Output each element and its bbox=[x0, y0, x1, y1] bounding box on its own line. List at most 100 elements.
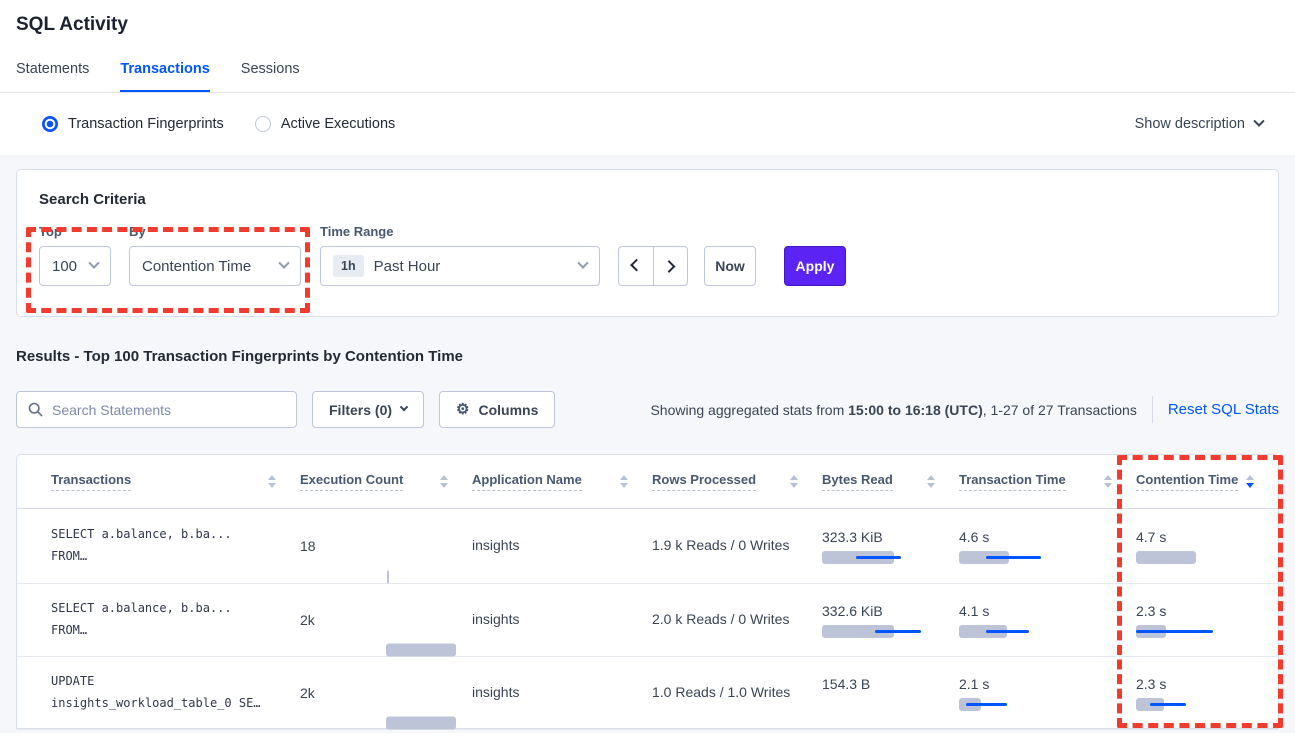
column-header-transaction-time[interactable]: Transaction Time bbox=[959, 472, 1136, 491]
aggregated-stats-text: Showing aggregated stats from 15:00 to 1… bbox=[650, 402, 1136, 418]
next-time-range-button[interactable] bbox=[653, 246, 688, 286]
search-criteria-heading: Search Criteria bbox=[39, 191, 1256, 208]
contention-time-cell: 2.3 s bbox=[1136, 584, 1278, 656]
radio-label: Active Executions bbox=[281, 116, 395, 132]
sort-icon[interactable] bbox=[620, 475, 628, 488]
gear-icon: ⚙ bbox=[456, 402, 469, 417]
bytes-read-bar bbox=[822, 698, 934, 711]
search-statements-input[interactable] bbox=[52, 402, 285, 418]
column-header-execution-count[interactable]: Execution Count bbox=[300, 472, 472, 491]
columns-label: Columns bbox=[478, 402, 538, 418]
rows-processed-cell: 1.0 Reads / 1.0 Writes bbox=[652, 684, 822, 702]
tab-statements[interactable]: Statements bbox=[16, 61, 89, 92]
transaction-fingerprint-link[interactable]: SELECT a.balance, b.ba... FROM… bbox=[51, 524, 300, 567]
chevron-right-icon bbox=[663, 260, 676, 273]
previous-time-range-button[interactable] bbox=[618, 246, 653, 286]
radio-active-executions[interactable]: Active Executions bbox=[255, 116, 395, 132]
sort-icon[interactable] bbox=[440, 475, 448, 488]
execution-count-cell: 2k bbox=[300, 584, 472, 656]
column-header-transactions[interactable]: Transactions bbox=[51, 472, 300, 491]
time-range-pager bbox=[618, 246, 688, 286]
by-label: By bbox=[129, 224, 301, 239]
execution-count-cell: 2k bbox=[300, 657, 472, 729]
contention-time-bar bbox=[1136, 625, 1248, 638]
sort-icon[interactable] bbox=[927, 475, 935, 488]
contention-time-cell: 4.7 s bbox=[1136, 509, 1278, 583]
results-toolbar: Filters (0) ⚙ Columns Showing aggregated… bbox=[16, 391, 1279, 428]
show-description-toggle[interactable]: Show description bbox=[1135, 116, 1263, 132]
stats-time-range: 15:00 to 16:18 (UTC) bbox=[848, 402, 983, 418]
table-row[interactable]: SELECT a.balance, b.ba... FROM… 2k insig… bbox=[17, 584, 1278, 657]
stats-area: Showing aggregated stats from 15:00 to 1… bbox=[650, 396, 1279, 423]
transaction-fingerprint-link[interactable]: UPDATE insights_workload_table_0 SE… bbox=[51, 671, 300, 714]
column-header-application-name[interactable]: Application Name bbox=[472, 472, 652, 491]
sort-icon[interactable] bbox=[268, 475, 276, 488]
time-range-select[interactable]: 1h Past Hour bbox=[320, 246, 600, 286]
view-toggle-bar: Transaction Fingerprints Active Executio… bbox=[0, 93, 1295, 155]
chevron-down-icon bbox=[88, 258, 99, 269]
transaction-time-cell: 2.1 s bbox=[959, 657, 1136, 729]
search-criteria-card: Search Criteria Top 100 By Contention Ti… bbox=[16, 169, 1279, 317]
table-row[interactable]: UPDATE insights_workload_table_0 SE… 2k … bbox=[17, 657, 1278, 730]
time-range-field-group: Time Range 1h Past Hour bbox=[320, 224, 600, 286]
chevron-down-icon bbox=[577, 258, 588, 269]
radio-transaction-fingerprints[interactable]: Transaction Fingerprints bbox=[42, 116, 224, 132]
tab-bar: Statements Transactions Sessions bbox=[16, 61, 1279, 92]
radio-unselected-icon[interactable] bbox=[255, 116, 271, 132]
rows-processed-cell: 1.9 k Reads / 0 Writes bbox=[652, 537, 822, 555]
page-title: SQL Activity bbox=[16, 14, 1279, 36]
top-select[interactable]: 100 bbox=[39, 246, 111, 286]
chevron-down-icon bbox=[1253, 116, 1264, 127]
time-range-badge: 1h bbox=[333, 255, 364, 277]
transaction-fingerprint-link[interactable]: SELECT a.balance, b.ba... FROM… bbox=[51, 598, 300, 641]
table-header-row: Transactions Execution Count Application… bbox=[17, 455, 1278, 509]
application-name-cell: insights bbox=[472, 537, 652, 555]
application-name-cell: insights bbox=[472, 684, 652, 702]
filters-button[interactable]: Filters (0) bbox=[312, 391, 424, 428]
table-row[interactable]: SELECT a.balance, b.ba... FROM… 18 insig… bbox=[17, 509, 1278, 584]
radio-label: Transaction Fingerprints bbox=[68, 116, 224, 132]
contention-time-cell: 2.3 s bbox=[1136, 657, 1278, 729]
apply-button[interactable]: Apply bbox=[784, 246, 846, 286]
columns-button[interactable]: ⚙ Columns bbox=[439, 391, 555, 428]
main-content: Search Criteria Top 100 By Contention Ti… bbox=[0, 155, 1295, 733]
by-select[interactable]: Contention Time bbox=[129, 246, 301, 286]
tab-transactions[interactable]: Transactions bbox=[120, 61, 209, 92]
by-select-value: Contention Time bbox=[142, 258, 251, 275]
top-select-value: 100 bbox=[52, 258, 77, 275]
column-header-rows-processed[interactable]: Rows Processed bbox=[652, 472, 822, 491]
bytes-read-cell: 332.6 KiB bbox=[822, 584, 959, 656]
radio-selected-icon[interactable] bbox=[42, 116, 58, 132]
chevron-down-icon bbox=[400, 402, 408, 410]
chevron-left-icon bbox=[630, 258, 643, 271]
now-button[interactable]: Now bbox=[704, 246, 756, 286]
tab-sessions[interactable]: Sessions bbox=[241, 61, 300, 92]
time-range-label: Time Range bbox=[320, 224, 600, 239]
column-header-bytes-read[interactable]: Bytes Read bbox=[822, 472, 959, 491]
bytes-read-cell: 154.3 B bbox=[822, 657, 959, 729]
sort-icon[interactable] bbox=[790, 475, 798, 488]
transaction-time-bar bbox=[959, 698, 1071, 711]
sort-icon[interactable] bbox=[1104, 475, 1112, 488]
bytes-read-bar bbox=[822, 625, 934, 638]
bytes-read-bar bbox=[822, 551, 934, 564]
vertical-divider bbox=[1152, 396, 1153, 423]
application-name-cell: insights bbox=[472, 611, 652, 629]
show-description-label: Show description bbox=[1135, 116, 1245, 132]
contention-time-bar bbox=[1136, 551, 1248, 564]
sort-icon[interactable] bbox=[1246, 475, 1254, 488]
search-statements-box[interactable] bbox=[16, 391, 297, 428]
execution-count-cell: 18 bbox=[300, 509, 472, 583]
page-header: SQL Activity Statements Transactions Ses… bbox=[0, 0, 1295, 92]
reset-sql-stats-link[interactable]: Reset SQL Stats bbox=[1168, 401, 1279, 418]
transaction-time-cell: 4.6 s bbox=[959, 509, 1136, 583]
search-icon bbox=[28, 402, 43, 417]
transaction-time-cell: 4.1 s bbox=[959, 584, 1136, 656]
transaction-time-bar bbox=[959, 551, 1071, 564]
column-header-contention-time[interactable]: Contention Time bbox=[1136, 472, 1278, 491]
top-field-group: Top 100 bbox=[39, 224, 111, 286]
search-criteria-controls: Top 100 By Contention Time Time Range 1h… bbox=[39, 224, 1256, 286]
execution-count-bar bbox=[387, 570, 499, 583]
time-range-value: Past Hour bbox=[374, 258, 441, 275]
transactions-table: Transactions Execution Count Application… bbox=[16, 454, 1279, 729]
